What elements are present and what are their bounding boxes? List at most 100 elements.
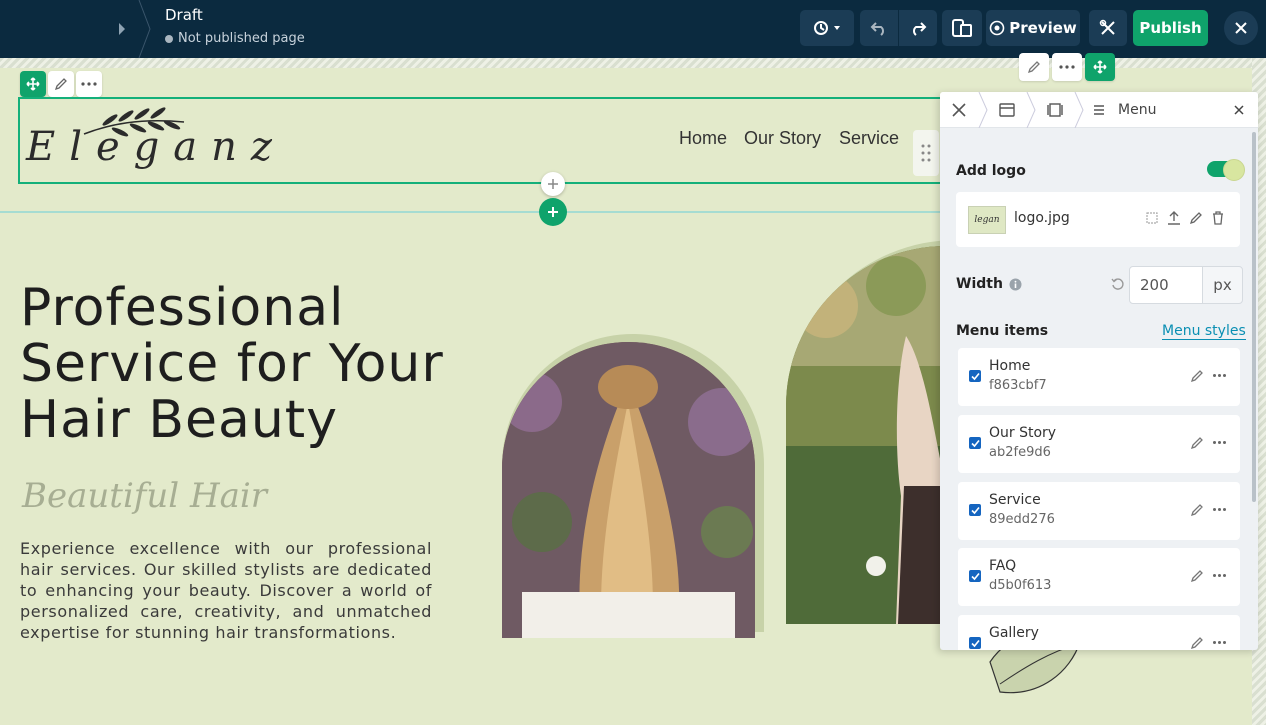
more-icon bbox=[1059, 65, 1075, 69]
menu-item-row[interactable]: Gallery bbox=[958, 615, 1240, 650]
panel-title: Menu bbox=[1118, 101, 1157, 118]
chevron-right-icon bbox=[1074, 92, 1084, 128]
move-icon bbox=[26, 77, 40, 91]
checkmark-icon bbox=[970, 372, 980, 380]
redo-icon bbox=[913, 22, 927, 36]
logo-file-actions bbox=[1144, 210, 1226, 226]
menu-item-checkbox[interactable] bbox=[969, 437, 981, 449]
width-unit-select[interactable]: px bbox=[1202, 266, 1243, 304]
close-icon bbox=[1234, 105, 1244, 115]
close-editor-button[interactable] bbox=[1224, 11, 1258, 45]
nav-service[interactable]: Service bbox=[839, 128, 899, 149]
crumb-header[interactable] bbox=[988, 92, 1026, 128]
logo-file-card: legan logo.jpg bbox=[956, 192, 1240, 247]
menu-item-id: d5b0f613 bbox=[989, 578, 1052, 593]
reset-icon[interactable] bbox=[1111, 277, 1125, 291]
preview-label: Preview bbox=[1009, 19, 1077, 37]
menu-styles-link[interactable]: Menu styles bbox=[1162, 323, 1246, 340]
more-icon bbox=[81, 82, 97, 86]
history-button[interactable] bbox=[800, 10, 854, 46]
chevron-right-icon bbox=[978, 92, 988, 128]
redo-button[interactable] bbox=[899, 10, 937, 46]
nav-our-story[interactable]: Our Story bbox=[744, 128, 821, 149]
drag-handle[interactable] bbox=[913, 130, 939, 176]
menu-item-id: f863cbf7 bbox=[989, 378, 1047, 393]
element-more-button[interactable] bbox=[1052, 53, 1082, 81]
upload-icon[interactable] bbox=[1166, 210, 1182, 226]
header-section-icon bbox=[999, 102, 1015, 117]
menu-item-label: FAQ bbox=[989, 558, 1017, 574]
width-input[interactable]: 200 bbox=[1129, 266, 1203, 304]
menu-settings-panel: Menu Add logo legan logo.jpg Width 200 p… bbox=[940, 92, 1258, 650]
add-logo-toggle[interactable] bbox=[1207, 159, 1245, 181]
hero-title: Professional Service for Your Hair Beaut… bbox=[20, 278, 444, 450]
container-icon bbox=[1047, 102, 1063, 117]
crumb-tools[interactable] bbox=[940, 92, 978, 128]
pencil-icon[interactable] bbox=[1190, 436, 1204, 450]
hair-photo-image bbox=[502, 342, 755, 638]
plus-icon bbox=[548, 179, 558, 189]
menu-item-more-button[interactable] bbox=[1213, 574, 1226, 577]
pencil-icon[interactable] bbox=[1190, 636, 1204, 650]
menu-item-checkbox[interactable] bbox=[969, 504, 981, 516]
move-icon bbox=[1093, 60, 1107, 74]
hero-subtitle: Beautiful Hair bbox=[22, 476, 268, 516]
add-logo-label: Add logo bbox=[956, 163, 1026, 179]
crumb-container[interactable] bbox=[1036, 92, 1074, 128]
checkmark-icon bbox=[970, 439, 980, 447]
checkmark-icon bbox=[970, 506, 980, 514]
menu-item-checkbox[interactable] bbox=[969, 637, 981, 649]
menu-item-label: Service bbox=[989, 492, 1041, 508]
menu-item-checkbox[interactable] bbox=[969, 570, 981, 582]
publish-button[interactable]: Publish bbox=[1133, 10, 1208, 46]
preview-button[interactable]: Preview bbox=[986, 10, 1080, 46]
caret-right-icon bbox=[119, 23, 125, 35]
panel-scrollbar[interactable] bbox=[1252, 132, 1256, 502]
menu-item-id: ab2fe9d6 bbox=[989, 445, 1051, 460]
menu-item-row[interactable]: Service 89edd276 bbox=[958, 482, 1240, 540]
pencil-icon[interactable] bbox=[1190, 369, 1204, 383]
crumb-menu bbox=[1084, 92, 1114, 128]
menu-item-row[interactable]: FAQ d5b0f613 bbox=[958, 548, 1240, 606]
block-more-button[interactable] bbox=[76, 71, 102, 97]
nav-home[interactable]: Home bbox=[679, 128, 727, 149]
logo-filename: logo.jpg bbox=[1014, 210, 1070, 226]
menu-item-more-button[interactable] bbox=[1213, 374, 1226, 377]
crop-icon[interactable] bbox=[1144, 210, 1160, 226]
pencil-icon bbox=[1027, 61, 1040, 74]
plus-icon bbox=[548, 207, 558, 217]
menu-items-label: Menu items bbox=[956, 323, 1049, 339]
add-section-button[interactable] bbox=[539, 198, 567, 226]
publish-status: Not published page bbox=[165, 31, 305, 46]
undo-button[interactable] bbox=[860, 10, 898, 46]
edit-element-button[interactable] bbox=[1019, 53, 1049, 81]
menu-item-more-button[interactable] bbox=[1213, 641, 1226, 644]
edit-block-button[interactable] bbox=[48, 71, 74, 97]
pencil-icon bbox=[54, 78, 67, 91]
page-title: Draft bbox=[165, 6, 203, 24]
pencil-icon[interactable] bbox=[1188, 210, 1204, 226]
sidebar-toggle-button[interactable] bbox=[108, 16, 136, 42]
menu-item-row[interactable]: Home f863cbf7 bbox=[958, 348, 1240, 406]
close-panel-button[interactable] bbox=[1230, 101, 1248, 119]
drag-handle-icon bbox=[921, 144, 931, 162]
block-toolbar bbox=[20, 71, 102, 97]
hair-photo bbox=[502, 342, 755, 638]
menu-item-checkbox[interactable] bbox=[969, 370, 981, 382]
width-label-row: Width bbox=[956, 276, 1022, 292]
pencil-icon[interactable] bbox=[1190, 503, 1204, 517]
move-block-button[interactable] bbox=[20, 71, 46, 97]
menu-item-row[interactable]: Our Story ab2fe9d6 bbox=[958, 415, 1240, 473]
info-icon[interactable] bbox=[1009, 278, 1022, 291]
status-dot-icon bbox=[165, 34, 173, 43]
tools-icon bbox=[1099, 19, 1115, 35]
panel-breadcrumb: Menu bbox=[940, 92, 1258, 128]
menu-item-more-button[interactable] bbox=[1213, 508, 1226, 511]
menu-item-more-button[interactable] bbox=[1213, 441, 1226, 444]
move-element-button[interactable] bbox=[1085, 53, 1115, 81]
design-tools-button[interactable] bbox=[1089, 10, 1127, 46]
trash-icon[interactable] bbox=[1210, 210, 1226, 226]
pencil-icon[interactable] bbox=[1190, 569, 1204, 583]
add-block-button[interactable] bbox=[541, 172, 565, 196]
device-preview-button[interactable] bbox=[942, 10, 982, 46]
